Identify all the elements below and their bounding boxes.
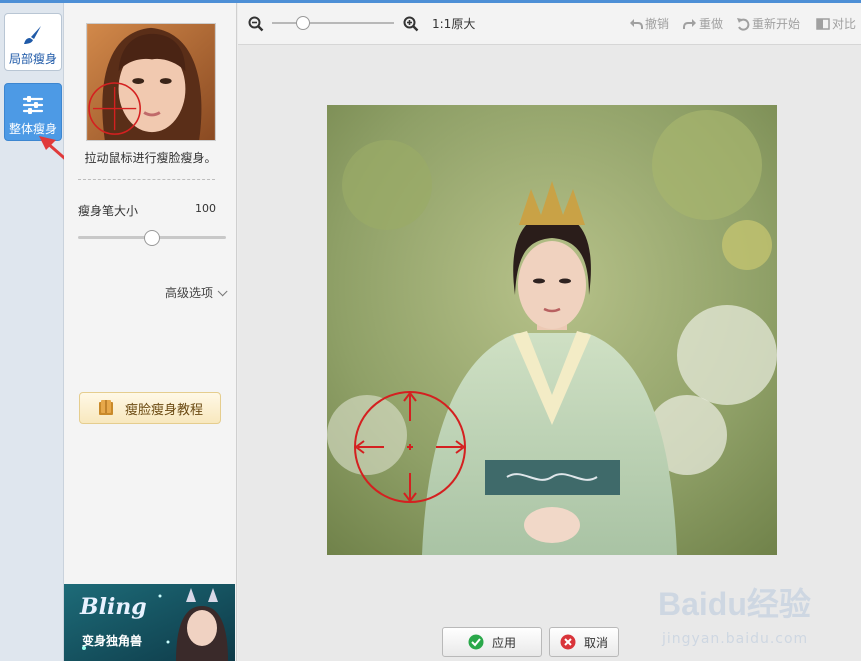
compare-label: 对比 [832, 17, 857, 31]
advanced-options-label: 高级选项 [164, 286, 213, 300]
settings-panel: 拉动鼠标进行瘦脸瘦身。 瘦身笔大小 100 高级选项 瘦脸瘦身教程 Bling … [64, 3, 237, 661]
redo-button[interactable]: 重做 [683, 15, 723, 32]
zoom-slider[interactable] [272, 15, 394, 31]
brush-cursor [354, 391, 466, 503]
close-icon [560, 634, 576, 650]
undo-button[interactable]: 撤销 [629, 15, 669, 32]
undo-icon [630, 18, 643, 29]
watermark-url: jingyan.baidu.com [662, 631, 809, 647]
advanced-options-toggle[interactable]: 高级选项 [164, 284, 228, 301]
brush-size-value: 100 [195, 202, 216, 215]
promo-subtitle: 变身独角兽 [82, 634, 143, 648]
redo-icon [683, 18, 696, 29]
redo-label: 重做 [699, 17, 724, 31]
divider [78, 179, 215, 180]
zoom-track [272, 22, 394, 24]
book-icon [98, 400, 113, 415]
cancel-button[interactable]: 取消 [549, 627, 619, 657]
tutorial-label: 瘦脸瘦身教程 [124, 402, 203, 418]
brush-size-label: 瘦身笔大小 [78, 204, 139, 218]
restart-label: 重新开始 [752, 17, 801, 31]
cancel-label: 取消 [583, 635, 608, 650]
mode-tab-strip: 局部瘦身 整体瘦身 [0, 3, 64, 661]
check-icon [468, 634, 484, 650]
actual-size-label: 1:1原大 [432, 17, 476, 31]
watermark-brand: Baidu经验 [658, 586, 811, 622]
demo-face-image [86, 23, 216, 141]
sliders-icon [22, 96, 44, 114]
promo-banner[interactable]: Bling 变身独角兽 [64, 584, 235, 661]
restart-button[interactable]: 重新开始 [736, 15, 800, 32]
brush-size-knob[interactable] [144, 230, 160, 246]
zoom-knob[interactable] [295, 16, 310, 30]
editing-photo[interactable] [327, 105, 777, 555]
restart-icon [737, 17, 750, 31]
top-toolbar: 1:1原大 撤销 重做 重新开始 对比 [238, 3, 861, 45]
undo-label: 撤销 [645, 17, 670, 31]
compare-icon [816, 17, 830, 30]
brush-icon [24, 26, 41, 44]
baidu-watermark: Baidu经验 jingyan.baidu.com [658, 563, 858, 655]
apply-label: 应用 [491, 635, 516, 650]
brush-size-slider[interactable] [78, 230, 226, 246]
apply-button[interactable]: 应用 [442, 627, 542, 657]
chevron-down-icon [217, 286, 228, 297]
zoom-in-icon[interactable] [403, 16, 419, 32]
canvas-workspace: Baidu经验 jingyan.baidu.com 应用 取消 [238, 45, 861, 661]
promo-title: Bling [80, 594, 147, 620]
tutorial-button[interactable]: 瘦脸瘦身教程 [79, 392, 221, 424]
tab-local-slim[interactable]: 局部瘦身 [4, 13, 62, 71]
tab-local-label: 局部瘦身 [8, 52, 57, 66]
zoom-out-icon[interactable] [248, 16, 264, 32]
compare-button[interactable]: 对比 [816, 15, 856, 32]
actual-size-button[interactable]: 1:1原大 [432, 15, 475, 32]
usage-hint: 拉动鼠标进行瘦脸瘦身。 [84, 151, 217, 165]
